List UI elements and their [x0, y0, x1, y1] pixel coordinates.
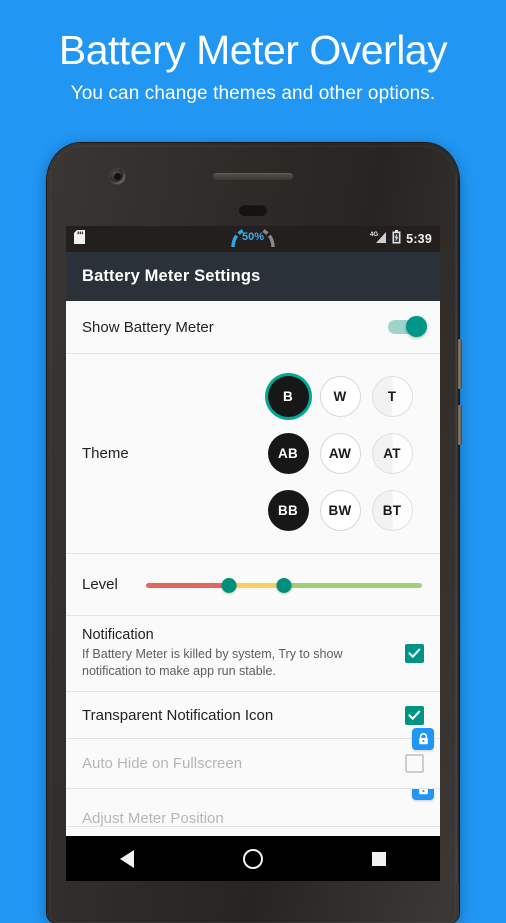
level-range-slider[interactable]: [145, 574, 422, 596]
lock-icon[interactable]: [412, 789, 434, 801]
theme-swatch-at[interactable]: AT: [371, 433, 413, 474]
lock-icon[interactable]: [412, 728, 434, 751]
back-button[interactable]: [120, 849, 135, 868]
auto-hide-fullscreen-label: Auto Hide on Fullscreen: [82, 755, 243, 773]
theme-swatch-label: BW: [328, 503, 352, 518]
recents-button[interactable]: [371, 851, 386, 866]
phone-side-rail: [456, 173, 459, 883]
theme-swatch-aw[interactable]: AW: [319, 433, 361, 474]
slider-thumb-mid[interactable]: [276, 577, 292, 593]
power-button[interactable]: [458, 339, 462, 389]
speaker-grille-icon: [213, 173, 293, 180]
battery-meter-overlay-widget: 50%: [225, 226, 281, 252]
setting-row-transparent-notification-icon[interactable]: Transparent Notification Icon: [66, 692, 440, 740]
theme-swatch-label: AB: [278, 446, 298, 461]
theme-swatch-grid: B W T AB AW AT BB BW BT: [262, 368, 418, 539]
theme-swatch-label: BT: [382, 503, 402, 518]
theme-swatch-label: AT: [383, 446, 401, 461]
page-title: Battery Meter Settings: [82, 267, 261, 285]
phone-mockup: 50% 4G 5:39 Battery Meter Settings Show …: [47, 143, 462, 923]
setting-row-auto-hide-fullscreen[interactable]: Auto Hide on Fullscreen: [66, 728, 440, 790]
setting-row-show-battery-meter[interactable]: Show Battery Meter: [66, 301, 440, 354]
adjust-meter-position-label: Adjust Meter Position: [82, 810, 224, 828]
4g-signal-icon: 4G: [370, 230, 387, 249]
volume-button[interactable]: [458, 405, 462, 445]
status-bar-left: [74, 229, 85, 249]
promo-subtitle: You can change themes and other options.: [70, 83, 436, 105]
front-camera-icon: [110, 169, 125, 184]
slider-segment-low: [145, 582, 229, 588]
app-bar: Battery Meter Settings: [66, 252, 440, 301]
theme-swatch-bb[interactable]: BB: [267, 490, 309, 531]
toggle-knob: [406, 316, 427, 337]
show-battery-meter-label: Show Battery Meter: [82, 318, 214, 336]
theme-swatch-t[interactable]: T: [371, 376, 413, 417]
sd-card-icon: [74, 229, 85, 249]
notification-description: If Battery Meter is killed by system, Tr…: [82, 647, 343, 678]
show-battery-meter-toggle[interactable]: [388, 316, 427, 337]
setting-row-level: Level: [66, 554, 440, 616]
theme-swatch-label: BB: [278, 503, 298, 518]
notification-checkbox[interactable]: [405, 643, 424, 663]
slider-segment-high: [283, 582, 422, 588]
android-navigation-bar: [66, 836, 440, 881]
status-bar-clock: 5:39: [406, 232, 432, 246]
battery-icon: [392, 229, 401, 249]
overlay-percent-label: 50%: [242, 231, 264, 243]
theme-swatch-b[interactable]: B: [267, 376, 309, 417]
theme-swatch-label: B: [283, 389, 293, 404]
theme-swatch-label: T: [387, 389, 397, 404]
promo-title: Battery Meter Overlay: [58, 27, 448, 73]
status-bar: 50% 4G 5:39: [66, 226, 440, 252]
settings-list: Show Battery Meter Theme B W T AB AW AT …: [66, 301, 440, 828]
phone-screen: 50% 4G 5:39 Battery Meter Settings Show …: [66, 226, 440, 881]
transparent-notification-icon-checkbox[interactable]: [405, 705, 424, 725]
svg-text:4G: 4G: [370, 232, 378, 238]
setting-row-adjust-meter-position[interactable]: Adjust Meter Position: [66, 789, 440, 828]
theme-label: Theme: [82, 445, 129, 462]
auto-hide-fullscreen-checkbox[interactable]: [405, 754, 424, 774]
theme-swatch-ab[interactable]: AB: [267, 433, 309, 474]
status-bar-right: 4G 5:39: [370, 229, 432, 249]
setting-row-notification[interactable]: Notification If Battery Meter is killed …: [66, 616, 440, 693]
theme-swatch-bt[interactable]: BT: [371, 490, 413, 531]
level-label: Level: [82, 576, 118, 593]
transparent-notification-icon-label: Transparent Notification Icon: [82, 706, 274, 724]
setting-row-theme: Theme B W T AB AW AT BB BW BT: [66, 354, 440, 554]
theme-swatch-w[interactable]: W: [319, 376, 361, 417]
notification-label: Notification: [82, 627, 154, 643]
promo-header: Battery Meter Overlay You can change the…: [0, 0, 506, 105]
theme-swatch-label: AW: [328, 446, 352, 461]
proximity-sensor-icon: [239, 205, 267, 216]
theme-swatch-label: W: [333, 389, 347, 404]
home-button[interactable]: [242, 848, 263, 869]
theme-swatch-bw[interactable]: BW: [319, 490, 361, 531]
slider-thumb-low[interactable]: [221, 577, 237, 593]
